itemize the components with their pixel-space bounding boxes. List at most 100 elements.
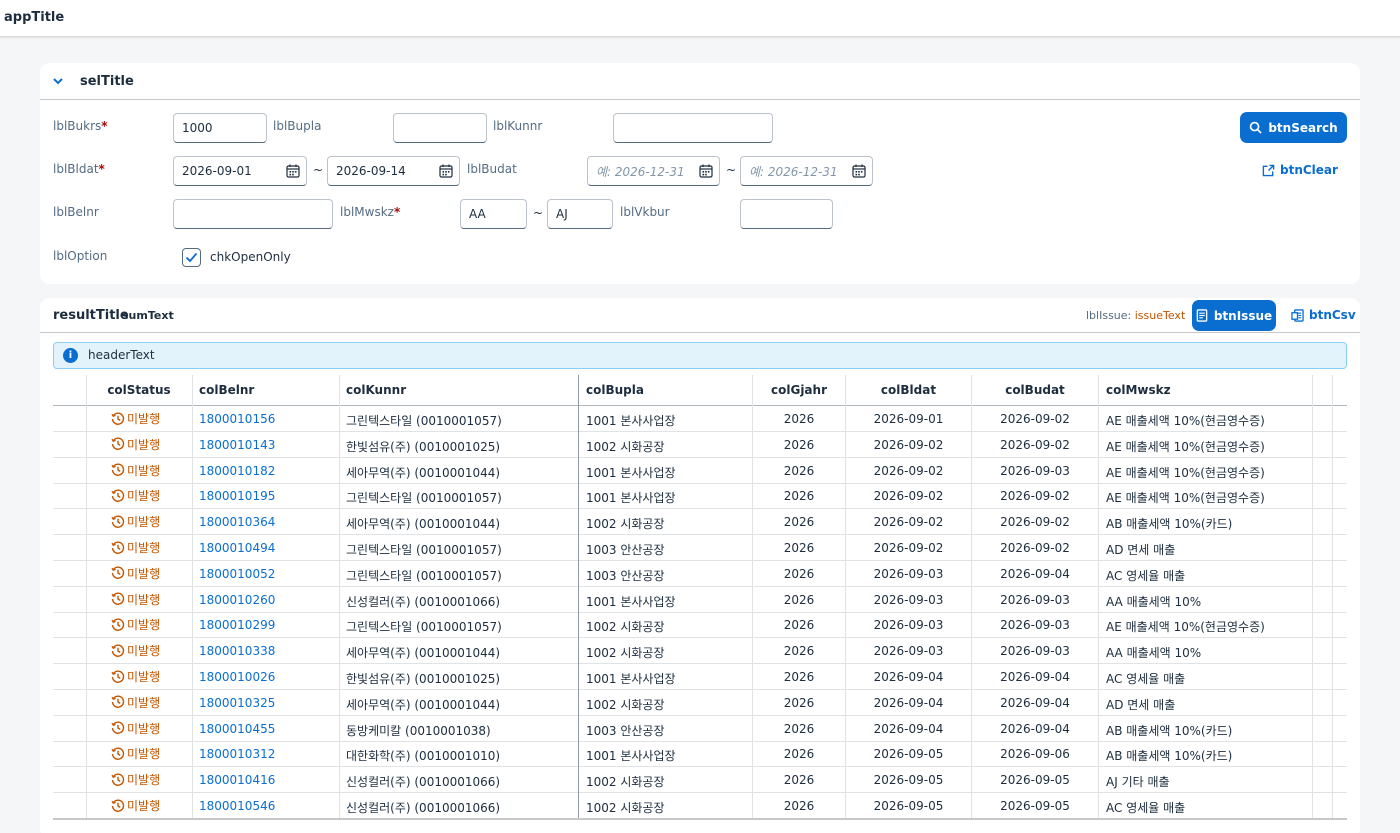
- vkbur-input[interactable]: [740, 199, 833, 229]
- mwskz-to-input[interactable]: AJ: [547, 199, 613, 229]
- bupla-cell: 1002 시화공장: [586, 801, 665, 815]
- open-only-label[interactable]: chkOpenOnly: [210, 250, 291, 264]
- col-status-header[interactable]: colStatus: [87, 383, 191, 397]
- col-gjahr-header[interactable]: colGjahr: [753, 383, 845, 397]
- table-row[interactable]: 미발행 1800010312 대한화학(주) (0010001010) 1001 본사…: [53, 741, 1347, 768]
- table-row[interactable]: 미발행 1800010143 한빛섬유(주) (0010001025) 1002 시화…: [53, 432, 1347, 458]
- col-mwskz-header[interactable]: colMwskz: [1106, 383, 1171, 397]
- mwskz-cell: AE 매출세액 10%(현금영수증): [1106, 620, 1265, 635]
- mwskz-cell: AC 영세율 매출: [1106, 672, 1186, 686]
- budat-cell: 2026-09-02: [1000, 412, 1070, 426]
- col-bldat-header[interactable]: colBldat: [846, 383, 971, 397]
- belnr-link[interactable]: 1800010416: [199, 773, 275, 787]
- issue-button[interactable]: btnIssue: [1192, 300, 1276, 331]
- table-row[interactable]: 미발행 1800010052 그린텍스타일 (0010001057) 1003 안산공…: [53, 561, 1347, 587]
- search-button[interactable]: btnSearch: [1240, 112, 1347, 143]
- belnr-link[interactable]: 1800010052: [199, 567, 275, 581]
- col-kunnr-header[interactable]: colKunnr: [346, 383, 406, 397]
- column-divider: [971, 375, 972, 818]
- calendar-icon[interactable]: [286, 164, 300, 178]
- belnr-link[interactable]: 1800010312: [199, 747, 275, 761]
- table-row[interactable]: 미발행 1800010182 세아무역(주) (0010001044) 1001 본사…: [53, 458, 1347, 484]
- clock-history-icon: [111, 463, 125, 476]
- required-mark: *: [101, 119, 108, 133]
- mwskz-from-input[interactable]: AA: [460, 199, 527, 229]
- belnr-link[interactable]: 1800010299: [199, 618, 275, 632]
- bldat-from-input[interactable]: 2026-09-01: [173, 156, 307, 186]
- belnr-link[interactable]: 1800010546: [199, 799, 275, 813]
- kunnr-cell: 동방케미칼 (0010001038): [346, 723, 491, 738]
- budat-cell: 2026-09-04: [1000, 566, 1070, 581]
- belnr-link[interactable]: 1800010494: [199, 541, 275, 555]
- mwskz-cell: AB 매출세액 10%(카드): [1106, 749, 1233, 764]
- belnr-link[interactable]: 1800010364: [199, 515, 275, 529]
- budat-to-input[interactable]: 예: 2026-12-31: [740, 156, 873, 186]
- shell-bar: appTitle: [0, 0, 1400, 37]
- status-text: 미발행: [127, 695, 161, 710]
- kunnr-cell: 한빛섬유(주) (0010001025): [346, 672, 501, 686]
- budat-cell: 2026-09-03: [1000, 644, 1070, 659]
- belnr-link[interactable]: 1800010026: [199, 670, 275, 684]
- range-separator: ~: [533, 206, 544, 220]
- open-only-checkbox[interactable]: [182, 248, 201, 267]
- table-row[interactable]: 미발행 1800010026 한빛섬유(주) (0010001025) 1001 본사…: [53, 664, 1347, 690]
- kunnr-input[interactable]: [613, 113, 773, 143]
- table-row[interactable]: 미발행 1800010299 그린텍스타일 (0010001057) 1002 시화공…: [53, 612, 1347, 639]
- table-row[interactable]: 미발행 1800010156 그린텍스타일 (0010001057) 1001 본사사…: [53, 406, 1347, 432]
- table-row[interactable]: 미발행 1800010325 세아무역(주) (0010001044) 1002 시화…: [53, 690, 1347, 716]
- bupla-cell: 1002 시화공장: [586, 697, 665, 712]
- col-belnr-header[interactable]: colBelnr: [199, 383, 254, 397]
- col-budat-header[interactable]: colBudat: [972, 383, 1098, 397]
- selection-header[interactable]: selTitle: [40, 63, 1360, 100]
- belnr-link[interactable]: 1800010143: [199, 438, 275, 452]
- label-belnr: lblBelnr: [53, 205, 99, 219]
- table-row[interactable]: 미발행 1800010494 그린텍스타일 (0010001057) 1003 안산공…: [53, 535, 1347, 561]
- table-row[interactable]: 미발행 1800010195 그린텍스타일 (0010001057) 1001 본사사…: [53, 483, 1347, 510]
- belnr-link[interactable]: 1800010182: [199, 464, 275, 478]
- status-text: 미발행: [127, 644, 161, 659]
- table-row[interactable]: 미발행 1800010338 세아무역(주) (0010001044) 1002 시화…: [53, 638, 1347, 665]
- status-cell: 미발행: [111, 462, 160, 479]
- table-row[interactable]: 미발행 1800010455 동방케미칼 (0010001038) 1003 안산공장…: [53, 716, 1347, 742]
- table-row[interactable]: 미발행 1800010416 신성컬러(주) (0010001066) 1002 시화…: [53, 767, 1347, 794]
- gjahr-cell: 2026: [783, 566, 815, 581]
- bldat-cell: 2026-09-02: [873, 541, 944, 555]
- calendar-icon[interactable]: [439, 164, 453, 178]
- belnr-link[interactable]: 1800010260: [199, 593, 275, 607]
- bldat-cell: 2026-09-03: [873, 644, 944, 659]
- kunnr-cell: 세아무역(주) (0010001044): [346, 517, 501, 532]
- mwskz-cell: AD 면세 매출: [1106, 543, 1176, 557]
- kunnr-cell: 한빛섬유(주) (0010001025): [346, 439, 501, 454]
- belnr-link[interactable]: 1800010455: [199, 722, 275, 736]
- kunnr-cell: 그린텍스타일 (0010001057): [346, 414, 502, 428]
- belnr-link[interactable]: 1800010325: [199, 696, 275, 710]
- budat-from-input[interactable]: 예: 2026-12-31: [587, 156, 720, 186]
- bukrs-input[interactable]: 1000: [173, 113, 267, 143]
- belnr-link[interactable]: 1800010156: [199, 412, 275, 426]
- col-bupla-header[interactable]: colBupla: [586, 383, 644, 397]
- calendar-icon[interactable]: [852, 164, 866, 178]
- bldat-cell: 2026-09-03: [873, 592, 944, 607]
- result-panel: resultTitle sumText lblIssue: issueText …: [40, 298, 1360, 833]
- csv-button[interactable]: btnCsv: [1291, 308, 1356, 322]
- gjahr-cell: 2026: [783, 592, 815, 607]
- chevron-down-icon[interactable]: [50, 73, 66, 89]
- status-cell: 미발행: [111, 539, 160, 556]
- budat-cell: 2026-09-02: [1000, 541, 1070, 555]
- status-cell: 미발행: [111, 668, 160, 685]
- clear-button[interactable]: btnClear: [1262, 163, 1338, 177]
- belnr-link[interactable]: 1800010338: [199, 644, 275, 658]
- calendar-icon[interactable]: [699, 164, 713, 178]
- belnr-link[interactable]: 1800010195: [199, 489, 275, 503]
- table-row[interactable]: 미발행 1800010364 세아무역(주) (0010001044) 1002 시화…: [53, 509, 1347, 536]
- bupla-cell: 1001 본사사업장: [586, 672, 676, 686]
- status-cell: 미발행: [111, 771, 160, 788]
- bldat-cell: 2026-09-05: [873, 799, 944, 813]
- bldat-to-input[interactable]: 2026-09-14: [327, 156, 460, 186]
- gjahr-cell: 2026: [783, 412, 815, 426]
- table-row[interactable]: 미발행 1800010260 신성컬러(주) (0010001066) 1001 본사…: [53, 587, 1347, 613]
- belnr-input[interactable]: [173, 199, 333, 229]
- status-cell: 미발행: [111, 745, 160, 762]
- bupla-input[interactable]: [393, 113, 487, 143]
- table-row[interactable]: 미발행 1800010546 신성컬러(주) (0010001066) 1002 시화…: [53, 793, 1347, 819]
